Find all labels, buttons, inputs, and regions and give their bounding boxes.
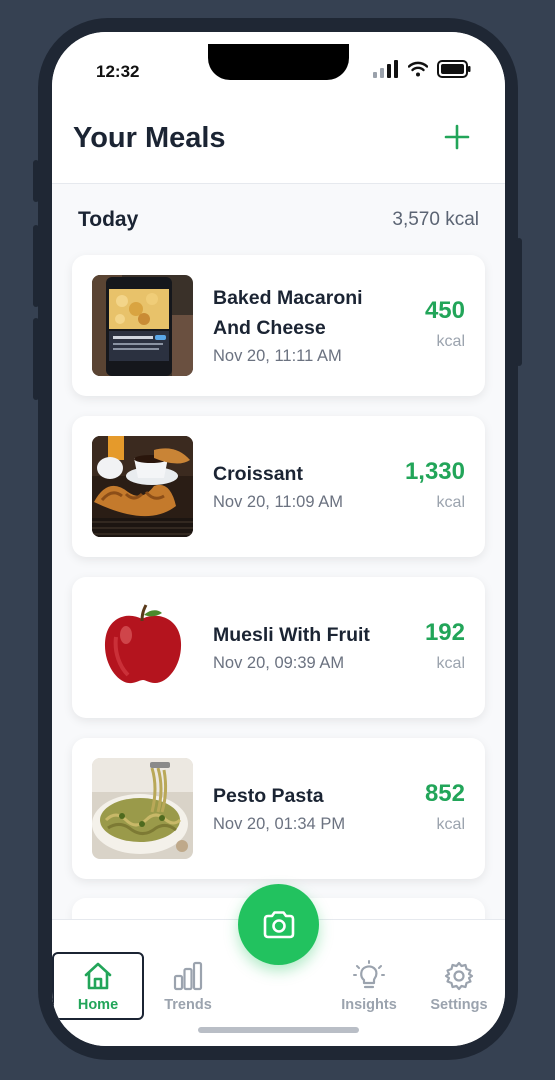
meal-card[interactable]: Muesli With Fruit Nov 20, 09:39 AM 192 k… [72, 577, 485, 718]
tab-label: Insights [341, 996, 397, 1013]
macaroni-photo [92, 275, 193, 376]
tab-trends[interactable]: Trends [142, 952, 234, 1020]
tab-label: Settings [430, 996, 488, 1013]
status-bar: 12:32 [52, 32, 505, 118]
calorie-value: 450 [424, 296, 465, 324]
daily-total: 3,570 kcal [392, 209, 479, 230]
wifi-icon [408, 61, 428, 77]
gear-icon [444, 961, 474, 990]
signal-icon [373, 60, 398, 78]
meal-time: Nov 20, 01:34 PM [213, 814, 346, 833]
calorie-value: 1,330 [404, 457, 465, 485]
meal-info: Baked Macaroni And Cheese Nov 20, 11:11 … [213, 255, 385, 396]
meal-thumbnail [92, 597, 193, 698]
volume-down-button [33, 318, 39, 400]
add-meal-button[interactable] [441, 121, 473, 153]
bar-chart-icon [173, 961, 203, 990]
tab-insights[interactable]: Insights [323, 952, 415, 1020]
volume-up-button [33, 225, 39, 307]
meal-card[interactable]: Baked Macaroni And Cheese Nov 20, 11:11 … [72, 255, 485, 396]
section-title: Today [78, 208, 139, 231]
home-icon [84, 962, 112, 989]
meal-name: Croissant [213, 462, 303, 485]
notch [208, 44, 349, 80]
meal-time: Nov 20, 11:11 AM [213, 346, 342, 365]
meal-time: Nov 20, 11:09 AM [213, 492, 343, 511]
tab-label: Home [77, 996, 119, 1013]
lightbulb-icon [353, 959, 385, 988]
calorie-unit: kcal [436, 332, 465, 350]
calorie-unit: kcal [436, 493, 465, 511]
calorie-value: 852 [424, 779, 465, 807]
home-indicator [198, 1027, 359, 1033]
tab-label: Trends [164, 996, 212, 1013]
meal-info: Pesto Pasta Nov 20, 01:34 PM [213, 738, 385, 879]
meal-name: Pesto Pasta [213, 784, 324, 807]
section-header: Today 3,570 kcal [78, 208, 479, 232]
page-title: Your Meals [73, 122, 226, 154]
power-button [516, 238, 522, 366]
meal-thumbnail [92, 436, 193, 537]
croissant-photo [92, 436, 193, 537]
calorie-unit: kcal [436, 654, 465, 672]
status-time: 12:32 [96, 62, 140, 81]
meal-name: Baked Macaroni And Cheese [213, 286, 363, 339]
calorie-block: 852 kcal [425, 738, 465, 879]
pesto-pasta-photo [92, 758, 193, 859]
calorie-block: 450 kcal [425, 255, 465, 396]
tab-settings[interactable]: Settings [413, 952, 505, 1020]
meal-name: Muesli With Fruit [213, 623, 370, 646]
camera-capture-button[interactable] [238, 884, 319, 965]
meal-thumbnail [92, 758, 193, 859]
calorie-block: 192 kcal [425, 577, 465, 718]
battery-icon [437, 60, 471, 78]
meal-card[interactable]: Croissant Nov 20, 11:09 AM 1,330 kcal [72, 416, 485, 557]
meal-thumbnail [92, 275, 193, 376]
meal-card[interactable]: Pesto Pasta Nov 20, 01:34 PM 852 kcal [72, 738, 485, 879]
calorie-unit: kcal [436, 815, 465, 833]
meal-info: Croissant Nov 20, 11:09 AM [213, 416, 385, 557]
meal-time: Nov 20, 09:39 AM [213, 653, 345, 672]
camera-icon [263, 910, 294, 938]
meal-info: Muesli With Fruit Nov 20, 09:39 AM [213, 577, 385, 718]
apple-photo [92, 597, 193, 698]
app-screen: 12:32 Your Meals Today 3,570 kcal Baked … [52, 32, 505, 1046]
page-header: Your Meals [52, 118, 505, 184]
side-button [33, 160, 39, 202]
tab-home[interactable]: Home [52, 952, 144, 1020]
status-icons [373, 60, 471, 78]
plus-icon [444, 124, 470, 150]
calorie-value: 192 [424, 618, 465, 646]
calorie-block: 1,330 kcal [405, 416, 465, 557]
